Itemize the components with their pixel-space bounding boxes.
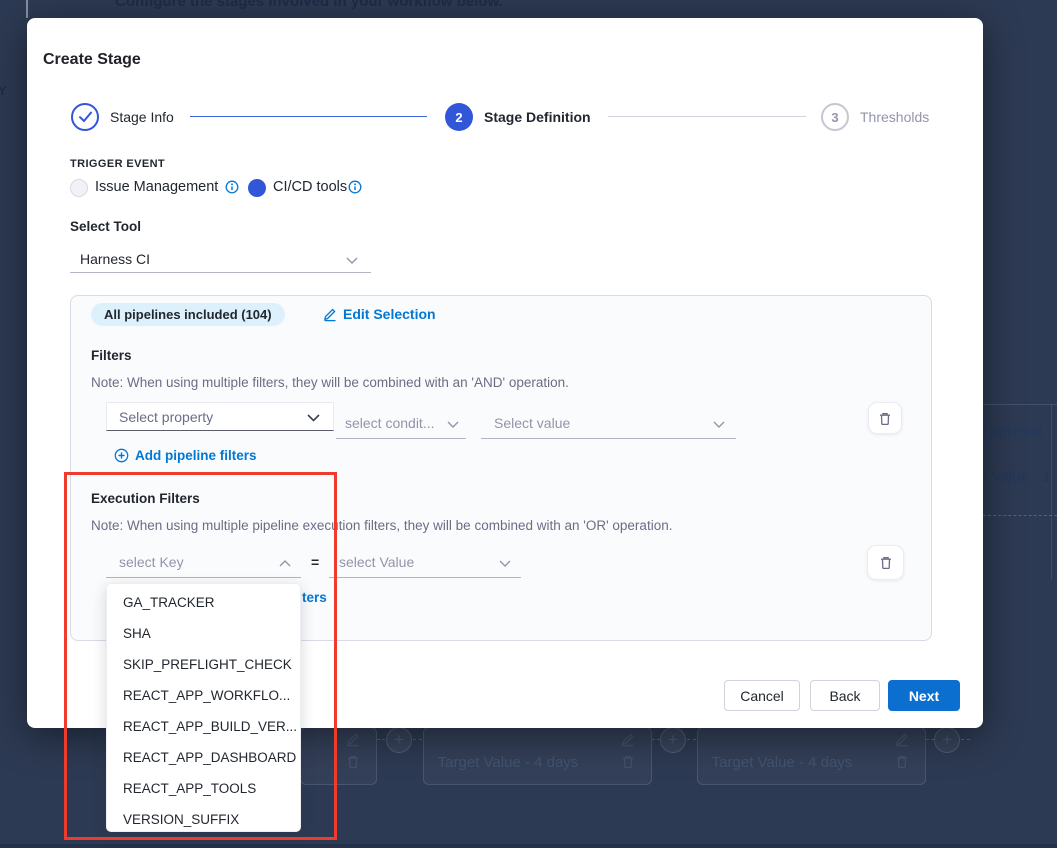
connector-dash	[652, 739, 660, 740]
background-left-fragment: Y	[0, 83, 7, 98]
back-button[interactable]: Back	[810, 680, 880, 711]
filter-condition-select[interactable]: select condit...	[336, 411, 466, 439]
delete-execution-filter-button[interactable]	[867, 545, 904, 580]
info-icon[interactable]	[225, 180, 239, 194]
background-right-divider	[983, 404, 1057, 405]
radio-issue-management[interactable]	[70, 179, 88, 197]
filter-condition-placeholder: select condit...	[345, 415, 435, 431]
chevron-down-icon	[499, 560, 511, 567]
trash-icon	[879, 555, 893, 570]
stepper-connector-done	[190, 116, 427, 117]
trash-icon	[878, 411, 892, 426]
edit-icon	[346, 732, 360, 747]
connector-dash	[961, 739, 970, 740]
connector-dash	[687, 739, 696, 740]
filter-property-select[interactable]: Select property	[106, 402, 334, 431]
add-pipeline-filters-label: Add pipeline filters	[135, 448, 257, 463]
step-label: Stage Definition	[484, 109, 591, 125]
edit-icon	[621, 732, 635, 747]
chevron-down-icon	[346, 257, 358, 264]
background-right-header: Approval Ti	[978, 423, 1057, 457]
edit-selection-label: Edit Selection	[343, 306, 436, 322]
add-pipeline-filters-link[interactable]: Add pipeline filters	[114, 448, 257, 463]
select-tool-label: Select Tool	[70, 219, 141, 234]
stepper-step-thresholds[interactable]: 3 Thresholds	[821, 103, 929, 131]
background-right-vline	[1051, 404, 1052, 580]
connector-dash	[413, 739, 422, 740]
step-label: Stage Info	[110, 109, 174, 125]
filter-value-select[interactable]: Select value	[481, 411, 736, 439]
step-active-circle: 2	[445, 103, 473, 131]
chevron-down-icon	[307, 414, 320, 422]
check-icon	[78, 111, 93, 123]
target-value-label: Target Value - 4 days	[433, 754, 583, 771]
tool-select[interactable]: Harness CI	[70, 246, 371, 273]
add-stage-button: +	[934, 727, 960, 753]
edit-selection-link[interactable]: Edit Selection	[323, 306, 436, 322]
edit-icon	[323, 307, 337, 322]
background-panel-edge	[26, 0, 28, 18]
radio-cicd-tools[interactable]	[248, 179, 266, 197]
tool-select-value: Harness CI	[80, 251, 150, 267]
radio-label-cicd-tools[interactable]: CI/CD tools	[273, 179, 347, 195]
step-label: Thresholds	[860, 109, 929, 125]
trigger-event-label: TRIGGER EVENT	[70, 158, 165, 170]
next-button[interactable]: Next	[888, 680, 960, 711]
filters-heading: Filters	[91, 348, 132, 363]
background-right-dashed-line	[983, 515, 1057, 516]
background-banner-text: Configure the stages involved in your wo…	[115, 0, 503, 10]
connector-dash	[926, 739, 934, 740]
execution-value-select[interactable]: select Value	[329, 550, 521, 578]
background-bottom-strip	[0, 844, 1057, 848]
add-stage-button: +	[660, 727, 686, 753]
filters-note: Note: When using multiple filters, they …	[91, 375, 569, 390]
plus-circle-icon	[114, 448, 129, 463]
trash-icon	[621, 754, 635, 769]
filter-property-placeholder: Select property	[119, 409, 213, 425]
stepper-step-stage-definition[interactable]: 2 Stage Definition	[445, 103, 591, 131]
chevron-down-icon	[447, 421, 459, 428]
add-stage-button: +	[386, 727, 412, 753]
edit-icon	[895, 732, 909, 747]
delete-filter-button[interactable]	[868, 402, 902, 434]
stepper-step-stage-info[interactable]: Stage Info	[71, 103, 174, 131]
background-right-cell: et Value - 1	[975, 468, 1057, 485]
trash-icon	[895, 754, 909, 769]
step-upcoming-circle: 3	[821, 103, 849, 131]
annotation-highlight-rectangle	[64, 472, 337, 840]
trash-icon	[346, 754, 360, 769]
filter-value-placeholder: Select value	[494, 415, 570, 431]
radio-label-issue-management[interactable]: Issue Management	[95, 179, 218, 195]
connector-dash	[377, 739, 385, 740]
modal-title: Create Stage	[43, 51, 141, 69]
step-completed-circle	[71, 103, 99, 131]
execution-value-placeholder: select Value	[339, 554, 414, 570]
cancel-button[interactable]: Cancel	[724, 680, 800, 711]
info-icon[interactable]	[348, 180, 362, 194]
chevron-down-icon	[713, 421, 725, 428]
target-value-label: Target Value - 4 days	[707, 754, 857, 771]
stepper-connector-upcoming	[608, 116, 806, 117]
pipelines-summary-chip[interactable]: All pipelines included (104)	[91, 303, 285, 326]
